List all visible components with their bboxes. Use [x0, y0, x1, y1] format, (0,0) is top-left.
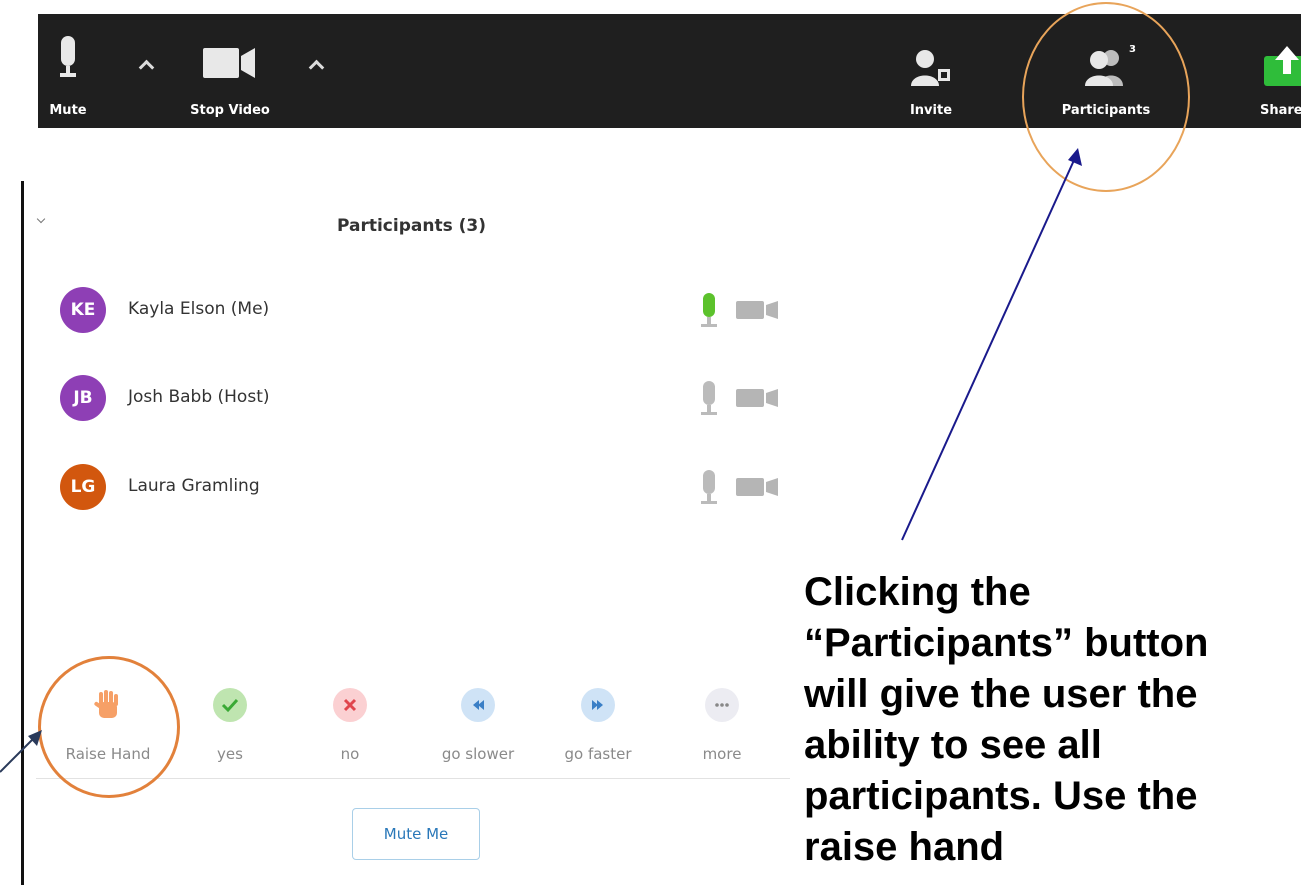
arrow-to-participants: [901, 157, 1076, 541]
arrow-head: [1068, 148, 1082, 166]
annotation-text: Clicking the “Participants” button will …: [804, 570, 1209, 869]
arrow-to-raise-hand: [0, 737, 35, 773]
arrow-head: [28, 730, 42, 746]
